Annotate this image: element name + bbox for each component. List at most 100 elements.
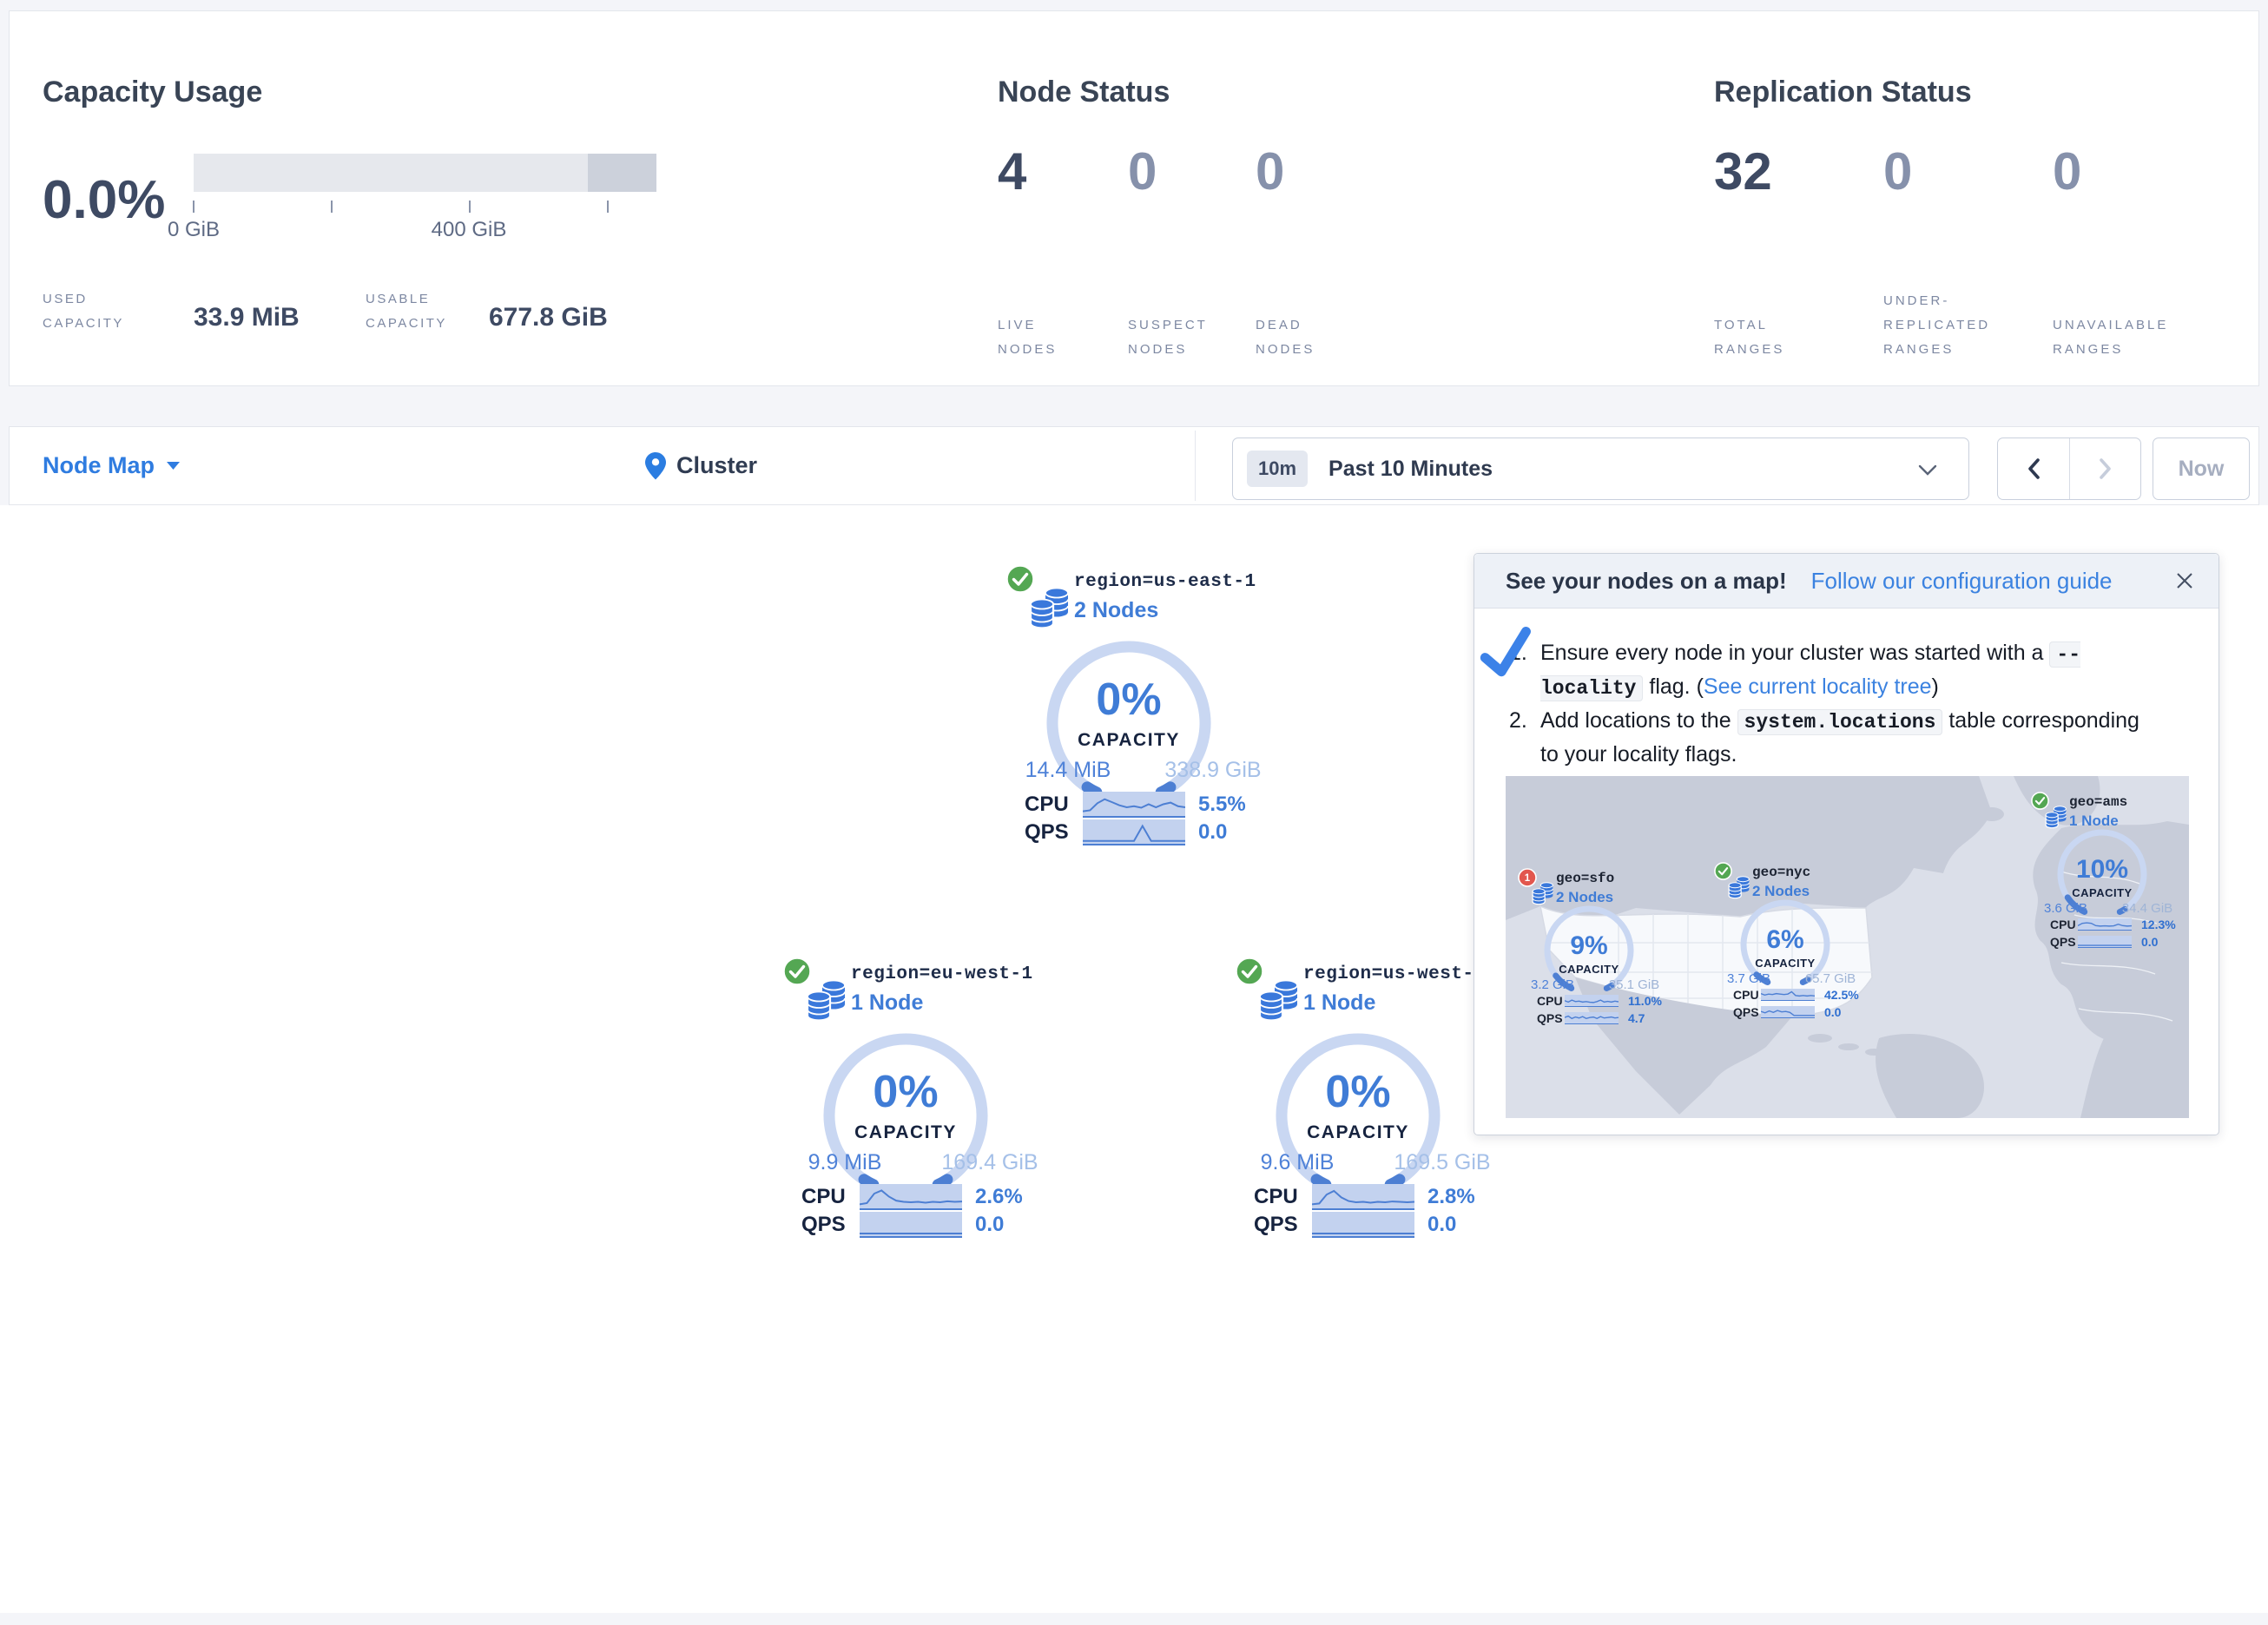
qps-value: 0.0 [1198,820,1227,845]
step-text: Ensure every node in your cluster was st… [1540,637,2159,705]
popup-title: See your nodes on a map! [1506,568,1787,595]
step-number: 2. [1509,705,1540,771]
used-capacity-value: 9.6 MiB [1245,1150,1349,1175]
locality-name: geo=ams [2069,794,2127,810]
sparkline-chart [1083,819,1185,844]
capacity-label: CAPACITY [1733,957,1837,970]
qps-sparkline [1083,819,1185,845]
cpu-sparkline [1083,792,1185,818]
cpu-sparkline [1312,1184,1414,1210]
now-button[interactable]: Now [2153,438,2250,500]
step-done-check-icon [1478,628,1535,684]
map-locality-node-group[interactable]: 1geo=sfo2 Nodes9%CAPACITY3.2 GiB35.1 GiB… [1506,864,1671,1033]
capacity-label: CAPACITY [814,1122,997,1143]
locality-setup-popup: See your nodes on a map! Follow our conf… [1474,553,2219,1135]
capacity-label: CAPACITY [1267,1122,1449,1143]
configuration-guide-link[interactable]: Follow our configuration guide [1811,568,2113,595]
total-capacity-value: 65.7 GiB [1790,971,1870,986]
page-background-strip [0,1613,2268,1625]
cluster-summary-bar: Capacity Usage 0.0% 0 GiB 400 GiB USEDCA… [9,10,2259,386]
view-selector-dropdown[interactable]: Node Map [43,427,180,504]
database-nodes-icon [806,978,847,1023]
time-forward-button[interactable] [2070,438,2141,499]
qps-sparkline [1312,1212,1414,1238]
time-range-selector[interactable]: 10m Past 10 Minutes [1232,438,1969,500]
locality-name: region=us-east-1 [1074,572,1256,592]
breadcrumb[interactable]: Cluster [645,427,757,504]
setup-step: 1.Ensure every node in your cluster was … [1509,637,2159,705]
sparkline-chart [1761,989,1815,1000]
sparkline-chart [1761,1006,1815,1017]
node-status-title: Node Status [998,76,1170,109]
cpu-value: 2.6% [975,1185,1023,1209]
close-icon[interactable] [2175,571,2194,595]
cpu-metric-row: CPU5.5% [1025,791,1259,817]
capacity-label: CAPACITY [1038,730,1220,751]
time-step-buttons [1997,438,2141,500]
capacity-tick-label: 0 GiB [168,218,220,242]
time-back-button[interactable] [1998,438,2069,499]
locality-tree-link[interactable]: See current locality tree [1704,674,1932,699]
capacity-metric-label: USEDCAPACITY [43,287,124,336]
stat-label: SUSPECTNODES [1128,313,1208,362]
sparkline-chart [1565,1012,1619,1023]
world-map: 1geo=sfo2 Nodes9%CAPACITY3.2 GiB35.1 GiB… [1506,776,2189,1118]
locality-name: region=us-west-1 [1303,964,1486,984]
node-count: 2 Nodes [1074,598,1158,623]
stat-label: LIVENODES [998,313,1057,362]
qps-value: 0.0 [1427,1213,1456,1237]
stat-label: DEADNODES [1256,313,1315,362]
cpu-label: CPU [1254,1185,1298,1209]
locality-node-group[interactable]: region=us-east-12 Nodes0%CAPACITY14.4 Mi… [986,558,1272,858]
cpu-label: CPU [1537,994,1563,1008]
map-locality-node-group[interactable]: geo=ams1 Node10%CAPACITY3.6 GiB34.4 GiBC… [2019,787,2184,957]
sparkline-chart [860,1184,962,1208]
qps-label: QPS [1537,1011,1563,1025]
total-capacity-value: 35.1 GiB [1594,977,1674,992]
setup-steps: 1.Ensure every node in your cluster was … [1509,637,2159,771]
cpu-value: 12.3% [2141,918,2176,931]
capacity-metric-label: USABLECAPACITY [366,287,447,336]
cpu-metric-row: CPU42.5% [1702,988,1867,1003]
map-locality-node-group[interactable]: geo=nyc2 Nodes6%CAPACITY3.7 GiB65.7 GiBC… [1702,858,1867,1027]
qps-label: QPS [1733,1005,1759,1019]
locality-node-group[interactable]: region=eu-west-11 Node0%CAPACITY9.9 MiB1… [762,951,1049,1250]
capacity-metric-value: 677.8 GiB [489,303,608,332]
capacity-axis-tick [469,201,471,213]
capacity-axis-tick [331,201,333,213]
qps-label: QPS [2050,935,2076,949]
used-capacity-value: 3.7 GiB [1709,971,1789,986]
sparkline-chart [1083,792,1185,816]
qps-sparkline [2078,936,2132,948]
cpu-sparkline [1565,995,1619,1007]
qps-value: 0.0 [1824,1005,1841,1019]
cpu-label: CPU [2050,918,2076,931]
capacity-used-percent: 0.0% [43,169,165,231]
node-map-canvas: region=us-east-12 Nodes0%CAPACITY14.4 Mi… [0,505,2268,1613]
capacity-percent: 6% [1733,925,1837,955]
qps-metric-row: QPS 0.0 [1702,1005,1867,1020]
capacity-bar [194,154,656,192]
database-nodes-icon [1258,978,1300,1023]
qps-metric-row: QPS 0.0 [2019,935,2184,950]
capacity-percent: 9% [1537,931,1641,961]
stat-value: 0 [2053,141,2081,201]
time-range-badge: 10m [1247,451,1308,487]
view-selector-label: Node Map [43,452,155,479]
replication-status-title: Replication Status [1714,76,1972,109]
stat-value: 0 [1256,141,1284,201]
capacity-label: CAPACITY [1537,963,1641,976]
used-capacity-value: 3.2 GiB [1513,977,1592,992]
sparkline-chart [2078,936,2132,947]
qps-value: 4.7 [1628,1011,1645,1025]
cpu-label: CPU [801,1185,846,1209]
locality-node-group[interactable]: region=us-west-11 Node0%CAPACITY9.6 MiB1… [1215,951,1501,1250]
stat-label: UNAVAILABLERANGES [2053,313,2168,362]
step-text: Add locations to the system.locations ta… [1540,705,2159,771]
svg-text:1: 1 [1525,873,1531,884]
qps-value: 0.0 [2141,935,2158,949]
cpu-metric-row: CPU11.0% [1506,994,1671,1009]
qps-sparkline [1565,1012,1619,1024]
capacity-axis-tick [607,201,609,213]
qps-metric-row: QPS0.0 [1254,1211,1488,1237]
